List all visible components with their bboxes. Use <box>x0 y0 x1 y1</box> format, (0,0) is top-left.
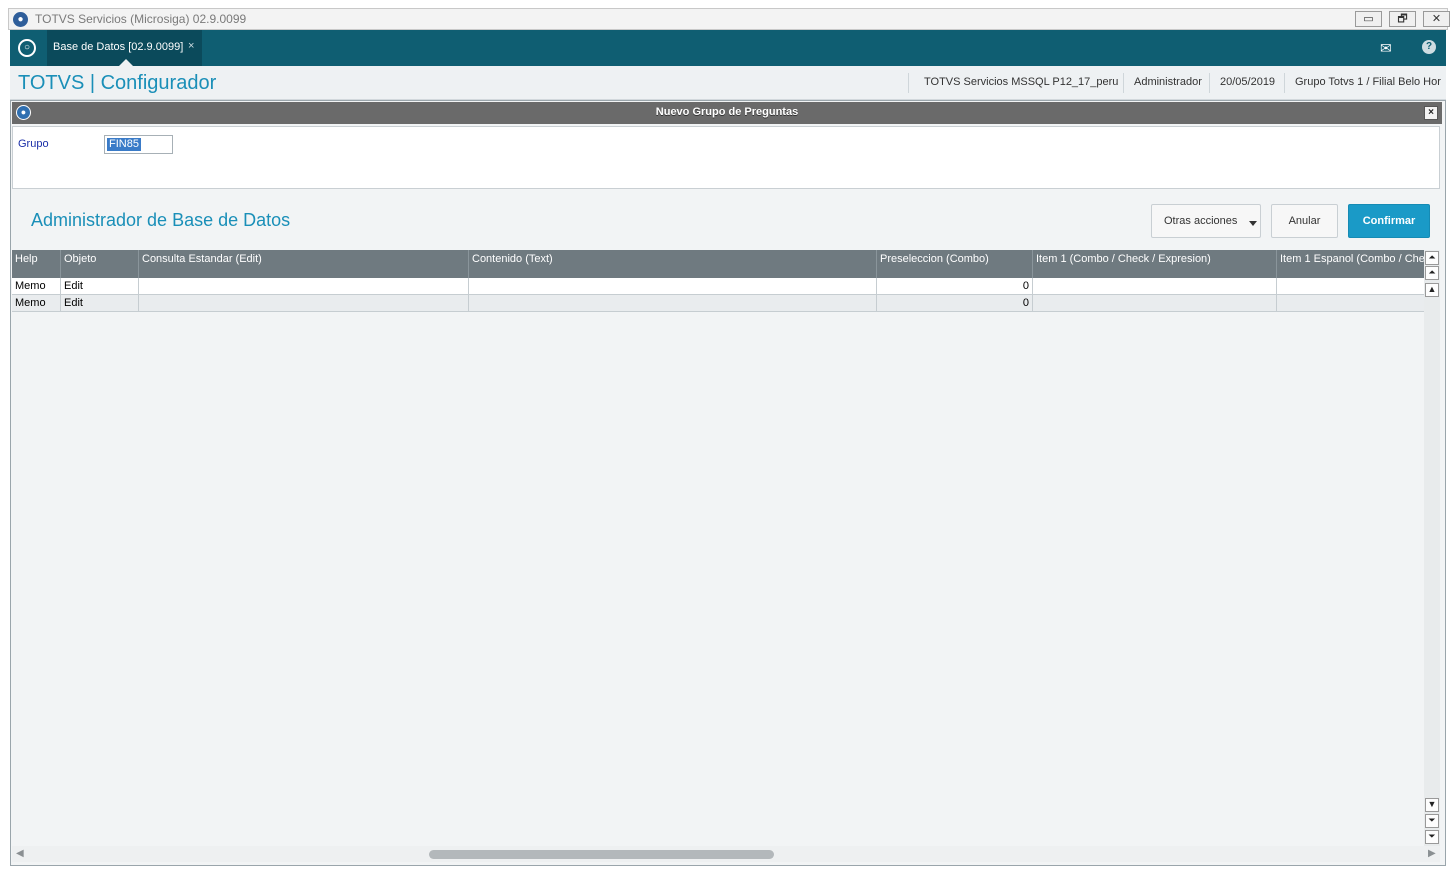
scroll-left-icon[interactable]: ◀ <box>16 848 24 859</box>
chevron-down-icon <box>1249 221 1257 226</box>
column-header-contenido[interactable]: Contenido (Text) <box>469 250 877 278</box>
tab-close-icon[interactable]: × <box>188 40 194 52</box>
grupo-input-value: FIN85 <box>107 138 141 151</box>
dialog-titlebar: Nuevo Grupo de Preguntas ● × <box>12 102 1442 124</box>
horizontal-scroll-thumb[interactable] <box>429 850 774 859</box>
cell-item1[interactable] <box>1033 278 1277 295</box>
cell-objeto[interactable]: Edit <box>61 295 139 312</box>
column-header-item1-espanol[interactable]: Item 1 Espanol (Combo / Check <box>1277 250 1424 278</box>
column-header-preseleccion[interactable]: Preseleccion (Combo) <box>877 250 1033 278</box>
scroll-page-down-icon[interactable]: ⏷ <box>1425 814 1439 828</box>
cell-item1-espanol[interactable] <box>1277 295 1424 312</box>
restore-button[interactable]: 🗗 <box>1389 11 1416 27</box>
cell-preseleccion[interactable]: 0 <box>877 278 1033 295</box>
scroll-bottom-icon[interactable]: ⏷ <box>1425 830 1439 844</box>
column-header-help[interactable]: Help <box>12 250 61 278</box>
tab-base-de-datos[interactable]: Base de Datos [02.9.0099] × <box>47 30 202 66</box>
dialog-app-icon: ● <box>16 105 31 120</box>
minimize-button[interactable]: ▭ <box>1355 11 1382 27</box>
cell-item1-espanol[interactable] <box>1277 278 1424 295</box>
window-title: TOTVS Servicios (Microsiga) 02.9.0099 <box>35 12 247 26</box>
grupo-panel: Grupo FIN85 <box>12 126 1440 189</box>
section-title: Administrador de Base de Datos <box>31 210 291 230</box>
vertical-scrollbar[interactable]: ⏶ ⏶ ▲ ▼ ⏷ ⏷ <box>1424 250 1440 846</box>
otras-acciones-label: Otras acciones <box>1164 215 1238 227</box>
date-label[interactable]: 20/05/2019 <box>1220 76 1275 88</box>
cell-help[interactable]: Memo <box>12 278 61 295</box>
close-window-button[interactable]: ✕ <box>1423 11 1450 27</box>
confirmar-button[interactable]: Confirmar <box>1348 204 1430 238</box>
window-titlebar: ● TOTVS Servicios (Microsiga) 02.9.0099 … <box>8 8 1450 30</box>
dialog-title: Nuevo Grupo de Preguntas <box>655 106 799 118</box>
dialog-close-button[interactable]: × <box>1424 106 1438 120</box>
anular-button[interactable]: Anular <box>1271 204 1338 238</box>
mail-icon[interactable]: ✉ <box>1380 40 1392 57</box>
scroll-down-icon[interactable]: ▼ <box>1425 798 1439 812</box>
scroll-top-icon[interactable]: ⏶ <box>1425 251 1439 265</box>
horizontal-scrollbar[interactable]: ◀ ▶ <box>12 846 1440 862</box>
otras-acciones-button[interactable]: Otras acciones <box>1151 204 1261 238</box>
scroll-right-icon[interactable]: ▶ <box>1428 848 1436 859</box>
tab-indicator <box>119 59 133 66</box>
cell-contenido[interactable] <box>469 295 877 312</box>
cell-help[interactable]: Memo <box>12 295 61 312</box>
column-header-consulta[interactable]: Consulta Estandar (Edit) <box>139 250 469 278</box>
header-divider <box>1123 73 1124 93</box>
table-row[interactable]: Memo Edit 0 <box>12 295 1424 312</box>
header-divider <box>1284 73 1285 93</box>
cell-contenido[interactable] <box>469 278 877 295</box>
grid-header: Help Objeto Consulta Estandar (Edit) Con… <box>12 250 1424 278</box>
company-branch-label[interactable]: Grupo Totvs 1 / Filial Belo Hor <box>1295 76 1441 88</box>
scroll-page-up-icon[interactable]: ⏶ <box>1425 266 1439 280</box>
scroll-up-icon[interactable]: ▲ <box>1425 283 1439 297</box>
header-divider <box>908 73 909 93</box>
tab-label: Base de Datos [02.9.0099] <box>53 41 184 53</box>
questions-grid: Help Objeto Consulta Estandar (Edit) Con… <box>12 250 1424 846</box>
user-label[interactable]: Administrador <box>1134 76 1202 88</box>
totvs-app-icon: ● <box>13 12 28 27</box>
column-header-item1[interactable]: Item 1 (Combo / Check / Expresion) <box>1033 250 1277 278</box>
column-header-objeto[interactable]: Objeto <box>61 250 139 278</box>
header-divider <box>1209 73 1210 93</box>
cell-preseleccion[interactable]: 0 <box>877 295 1033 312</box>
cell-consulta[interactable] <box>139 278 469 295</box>
environment-label[interactable]: TOTVS Servicios MSSQL P12_17_peru <box>924 76 1118 88</box>
grupo-label: Grupo <box>18 138 49 150</box>
grupo-input[interactable]: FIN85 <box>104 135 173 154</box>
module-tabbar: ○ Base de Datos [02.9.0099] × ✉ ? <box>10 30 1446 66</box>
app-title: TOTVS | Configurador <box>18 72 217 94</box>
table-row[interactable]: Memo Edit 0 <box>12 278 1424 295</box>
cell-consulta[interactable] <box>139 295 469 312</box>
help-icon[interactable]: ? <box>1422 40 1436 54</box>
cell-objeto[interactable]: Edit <box>61 278 139 295</box>
totvs-logo-icon[interactable]: ○ <box>18 39 36 57</box>
app-header: TOTVS | Configurador TOTVS Servicios MSS… <box>10 66 1446 100</box>
cell-item1[interactable] <box>1033 295 1277 312</box>
